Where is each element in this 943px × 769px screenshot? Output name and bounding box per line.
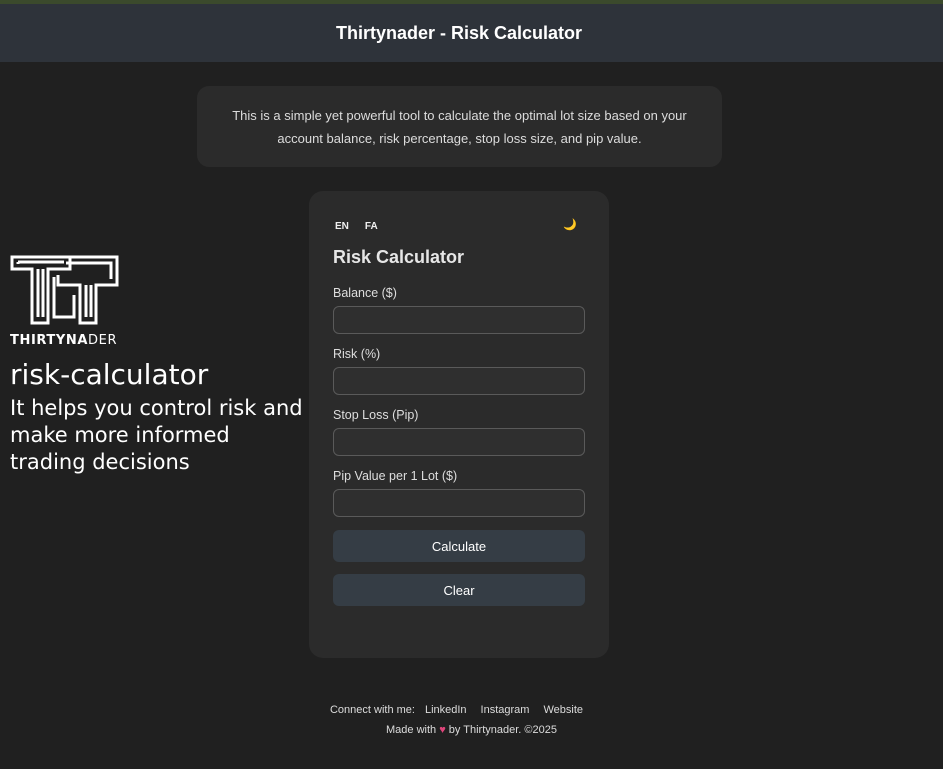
balance-field-group: Balance ($) <box>333 286 585 334</box>
logo-wordmark: THIRTYNADER <box>10 333 118 348</box>
stop-loss-label: Stop Loss (Pip) <box>333 408 419 422</box>
page-title: Thirtynader - Risk Calculator <box>335 22 583 43</box>
made-with-label: Made with <box>386 724 437 736</box>
pip-value-label: Pip Value per 1 Lot ($) <box>333 469 458 483</box>
brand-panel: THIRTYNADER risk-calculator It helps you… <box>10 255 310 476</box>
calculator-card: EN FA 🌙 Risk Calculator Balance ($) Risk… <box>309 191 609 658</box>
connect-label: Connect with me: <box>329 704 415 716</box>
risk-label: Risk (%) <box>333 347 381 361</box>
intro-text: This is a simple yet powerful tool to ca… <box>232 107 687 146</box>
pip-value-field-group: Pip Value per 1 Lot ($) <box>333 469 585 517</box>
brand-tagline: It helps you control risk and make more … <box>10 396 303 474</box>
footer-social-row: Connect with me: LinkedIn Instagram Webs… <box>0 704 943 716</box>
calculate-button[interactable]: Calculate <box>333 530 585 562</box>
footer: Connect with me: LinkedIn Instagram Webs… <box>0 704 943 736</box>
risk-input[interactable] <box>333 367 585 395</box>
language-switcher: EN FA <box>333 220 380 233</box>
moon-icon[interactable]: 🌙 <box>563 218 577 231</box>
intro-box: This is a simple yet powerful tool to ca… <box>197 86 722 167</box>
footer-credit-row: Made with ♥ by Thirtynader. ©2025 <box>0 724 943 736</box>
stop-loss-field-group: Stop Loss (Pip) <box>333 408 585 456</box>
balance-label: Balance ($) <box>333 286 397 300</box>
thirtynader-logo-icon <box>10 255 119 325</box>
app-header: Thirtynader - Risk Calculator <box>0 4 943 62</box>
brand-name: risk-calculator <box>10 358 209 391</box>
calculator-title: Risk Calculator <box>333 247 465 267</box>
credit-text: by Thirtynader. ©2025 <box>448 724 557 736</box>
lang-en-button[interactable]: EN <box>333 220 351 233</box>
risk-field-group: Risk (%) <box>333 347 585 395</box>
stop-loss-input[interactable] <box>333 428 585 456</box>
heart-icon: ♥ <box>439 724 446 736</box>
pip-value-input[interactable] <box>333 489 585 517</box>
lang-fa-button[interactable]: FA <box>363 220 380 233</box>
website-link[interactable]: Website <box>543 704 583 716</box>
instagram-link[interactable]: Instagram <box>481 704 530 716</box>
balance-input[interactable] <box>333 306 585 334</box>
clear-button[interactable]: Clear <box>333 574 585 606</box>
linkedin-link[interactable]: LinkedIn <box>425 704 467 716</box>
